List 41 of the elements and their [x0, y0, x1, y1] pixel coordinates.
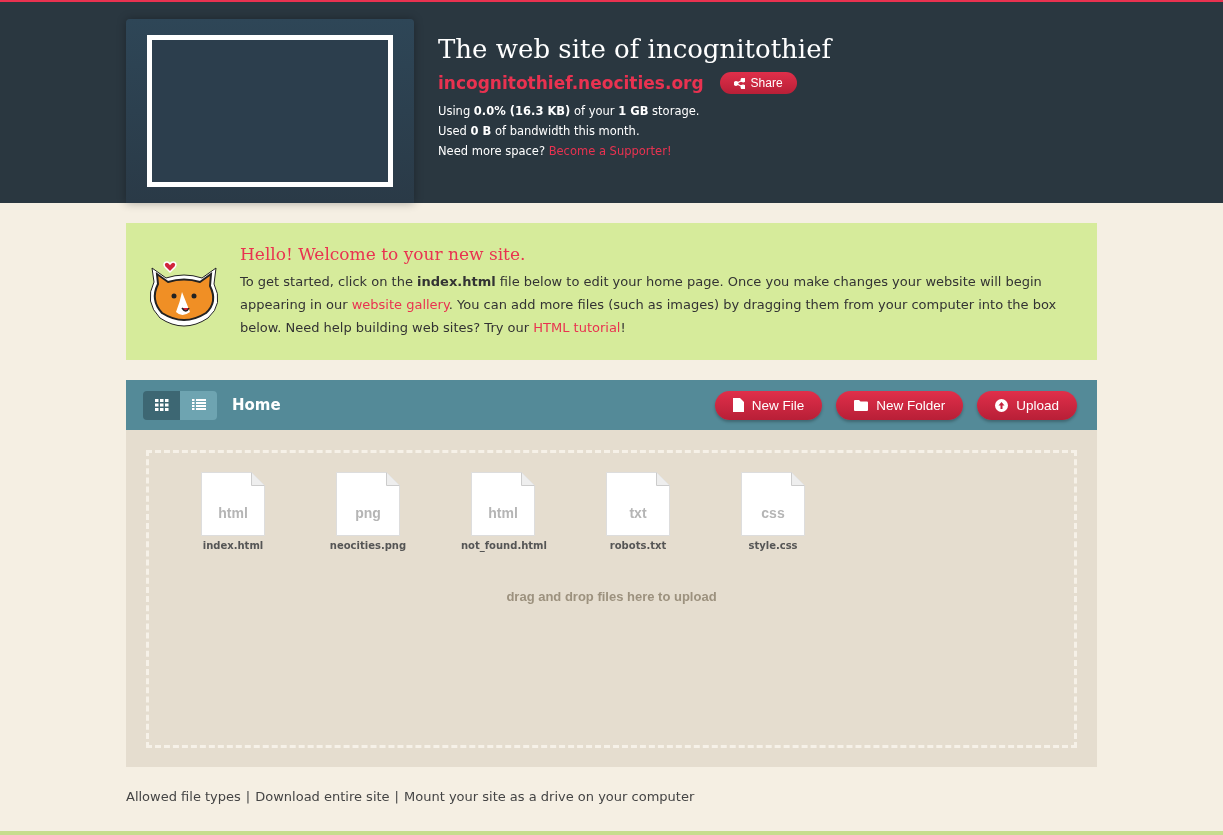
footer-link[interactable]: Allowed file types: [126, 789, 241, 804]
folder-path: Home: [232, 396, 282, 414]
more-space-text: Need more space?: [438, 144, 545, 158]
drop-hint: drag and drop files here to upload: [506, 589, 717, 604]
site-url-link[interactable]: incognitothief.neocities.org: [438, 73, 704, 93]
welcome-link[interactable]: HTML tutorial: [533, 320, 621, 335]
supporter-link[interactable]: Become a Supporter!: [548, 144, 672, 158]
file-type-label: css: [761, 505, 785, 521]
share-icon: [733, 77, 745, 89]
file-name[interactable]: index.html: [191, 540, 275, 551]
folder-icon: [854, 399, 869, 411]
footer-link[interactable]: Download entire site: [255, 789, 390, 804]
site-thumbnail[interactable]: [147, 35, 393, 187]
file-type-label: txt: [629, 505, 647, 521]
file-name[interactable]: robots.txt: [596, 540, 680, 551]
usage-text: Using 0.0% (16.3 KB) of your 1 GB storage.: [438, 104, 701, 118]
upload-button[interactable]: Upload: [977, 390, 1077, 420]
upload-icon: [995, 398, 1009, 412]
list-view-button[interactable]: [180, 390, 217, 420]
separator: |: [245, 789, 251, 804]
site-title: The web site of incognitothief: [438, 34, 832, 64]
new-folder-button[interactable]: New Folder: [836, 390, 964, 420]
file-name[interactable]: not_found.html: [461, 540, 545, 551]
file-icon: [732, 398, 744, 412]
footer-link[interactable]: Mount your site as a drive on your computer: [404, 789, 695, 804]
file-name[interactable]: style.css: [731, 540, 815, 551]
drop-zone[interactable]: html index.html png neocities.png html not_found.html txt robots.txt css style.css drag and drop files here to upload: [146, 450, 1077, 748]
file-type-label: html: [488, 505, 518, 521]
grid-view-button[interactable]: [143, 390, 180, 420]
file-name[interactable]: neocities.png: [326, 540, 410, 551]
usage-text: Used 0 B of bandwidth this month.: [438, 124, 641, 138]
grid-icon: [154, 399, 169, 411]
file-type-label: html: [218, 505, 248, 521]
welcome-text: To get started, click on the index.html file below to edit your home page. Once you make changes your website will begin appearing in our website gallery. You can add more files (such as images) by dragging them from your computer into the box below. Need help building web sites? Try our HTML tutorial!: [240, 273, 1058, 337]
new-file-button[interactable]: New File: [714, 390, 823, 420]
welcome-heading: Hello! Welcome to your new site.: [240, 244, 527, 264]
file-type-label: png: [355, 505, 381, 521]
list-icon: [191, 399, 206, 411]
separator: |: [394, 789, 399, 804]
welcome-link[interactable]: website gallery: [351, 297, 449, 312]
share-button[interactable]: Share: [719, 72, 797, 94]
